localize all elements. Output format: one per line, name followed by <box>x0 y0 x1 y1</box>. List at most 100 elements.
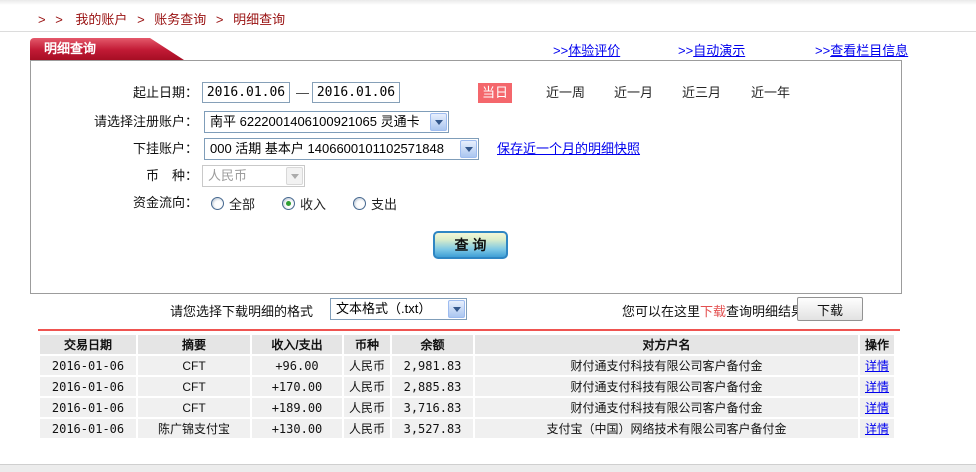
date-to-input[interactable] <box>312 82 400 103</box>
detail-link[interactable]: 详情 <box>865 401 889 415</box>
download-format-select[interactable]: 文本格式（.txt） <box>330 298 467 320</box>
col-summary: 摘要 <box>138 335 250 354</box>
detail-link[interactable]: 详情 <box>865 380 889 394</box>
radio-all[interactable]: 全部 <box>211 194 255 213</box>
download-hint-link[interactable]: 下载 <box>700 304 726 319</box>
date-from-input[interactable] <box>202 82 290 103</box>
col-currency: 币种 <box>344 335 390 354</box>
table-row: 2016-01-06 CFT +170.00 人民币 2,885.83 财付通支… <box>40 377 894 396</box>
breadcrumb-prefix: > > <box>38 12 66 27</box>
radio-expense-label: 支出 <box>371 194 397 213</box>
cell-currency: 人民币 <box>344 419 390 438</box>
quick-range-month[interactable]: 近一月 <box>614 82 653 104</box>
registered-account-label: 请选择注册账户： <box>31 111 198 133</box>
radio-icon[interactable] <box>353 197 366 210</box>
detail-link[interactable]: 详情 <box>865 359 889 373</box>
registered-account-value: 南平 6222001406100921065 灵通卡 <box>210 114 420 129</box>
query-form-panel: 起止日期： — 当日 近一周 近一月 近三月 近一年 请选择注册账户： 南平 6… <box>30 60 902 294</box>
chevron-down-icon[interactable] <box>430 113 447 131</box>
date-dash: — <box>296 82 309 104</box>
cell-balance: 3,716.83 <box>392 398 473 417</box>
table-row: 2016-01-06 CFT +189.00 人民币 3,716.83 财付通支… <box>40 398 894 417</box>
table-header-row: 交易日期 摘要 收入/支出 币种 余额 对方户名 操作 <box>40 335 894 354</box>
radio-icon[interactable] <box>211 197 224 210</box>
table-row: 2016-01-06 陈广锦支付宝 +130.00 人民币 3,527.83 支… <box>40 419 894 438</box>
page-title: 明细查询 <box>44 41 96 56</box>
currency-value: 人民币 <box>208 168 247 183</box>
cell-date: 2016-01-06 <box>40 356 136 375</box>
link-auto-demo[interactable]: >>自动演示 <box>678 40 745 59</box>
breadcrumb: > > 我的账户 > 账务查询 > 明细查询 <box>38 9 285 28</box>
radio-icon[interactable] <box>282 197 295 210</box>
download-hint: 您可以在这里下载查询明细结果 <box>622 301 804 320</box>
link-arrows: >> <box>553 43 568 58</box>
cell-date: 2016-01-06 <box>40 419 136 438</box>
radio-income[interactable]: 收入 <box>282 194 326 213</box>
download-hint-before: 您可以在这里 <box>622 304 700 319</box>
detail-link[interactable]: 详情 <box>865 422 889 436</box>
cell-date: 2016-01-06 <box>40 377 136 396</box>
cell-summary: CFT <box>138 356 250 375</box>
col-date: 交易日期 <box>40 335 136 354</box>
breadcrumb-separator: > <box>216 12 224 27</box>
quick-range-today-badge[interactable]: 当日 <box>478 83 512 103</box>
link-experience-rating[interactable]: >>体验评价 <box>553 40 620 59</box>
currency-select: 人民币 <box>202 165 305 187</box>
sub-account-label: 下挂账户： <box>31 138 198 160</box>
radio-all-label: 全部 <box>229 194 255 213</box>
cell-balance: 3,527.83 <box>392 419 473 438</box>
link-column-info[interactable]: >>查看栏目信息 <box>815 40 908 59</box>
chevron-down-icon[interactable] <box>460 140 477 158</box>
cell-amount: +170.00 <box>252 377 342 396</box>
page: > > 我的账户 > 账务查询 > 明细查询 明细查询 >>体验评价 >>自动演… <box>0 0 976 472</box>
tab-detail-query: 明细查询 <box>30 38 184 60</box>
breadcrumb-separator: > <box>137 12 145 27</box>
quick-range-year[interactable]: 近一年 <box>751 82 790 104</box>
cell-summary: CFT <box>138 398 250 417</box>
cell-currency: 人民币 <box>344 398 390 417</box>
download-hint-after: 查询明细结果 <box>726 304 804 319</box>
cell-summary: CFT <box>138 377 250 396</box>
query-button[interactable]: 查 询 <box>433 231 508 259</box>
bottom-strip <box>0 464 976 472</box>
transaction-table: 交易日期 摘要 收入/支出 币种 余额 对方户名 操作 2016-01-06 C… <box>38 333 896 440</box>
chevron-down-icon[interactable] <box>448 300 465 318</box>
cell-summary: 陈广锦支付宝 <box>138 419 250 438</box>
cell-amount: +189.00 <box>252 398 342 417</box>
currency-label: 币 种： <box>31 165 198 187</box>
cell-counterparty: 支付宝（中国）网络技术有限公司客户备付金 <box>475 419 858 438</box>
breadcrumb-item-detail-query[interactable]: 明细查询 <box>233 12 285 27</box>
cell-counterparty: 财付通支付科技有限公司客户备付金 <box>475 398 858 417</box>
col-balance: 余额 <box>392 335 473 354</box>
radio-income-label: 收入 <box>300 194 326 213</box>
link-arrows: >> <box>678 43 693 58</box>
quick-range-week[interactable]: 近一周 <box>546 82 585 104</box>
link-label: 查看栏目信息 <box>830 43 908 58</box>
download-button[interactable]: 下载 <box>797 297 863 321</box>
cell-balance: 2,981.83 <box>392 356 473 375</box>
top-fade <box>0 0 976 5</box>
cell-date: 2016-01-06 <box>40 398 136 417</box>
cell-currency: 人民币 <box>344 377 390 396</box>
download-format-value: 文本格式（.txt） <box>336 301 431 316</box>
flow-direction-label: 资金流向： <box>31 192 198 214</box>
cell-amount: +130.00 <box>252 419 342 438</box>
link-label: 自动演示 <box>693 43 745 58</box>
col-action: 操作 <box>860 335 894 354</box>
breadcrumb-item-my-account[interactable]: 我的账户 <box>75 12 127 27</box>
quick-range-quarter[interactable]: 近三月 <box>682 82 721 104</box>
registered-account-select[interactable]: 南平 6222001406100921065 灵通卡 <box>204 111 449 133</box>
radio-expense[interactable]: 支出 <box>353 194 397 213</box>
cell-amount: +96.00 <box>252 356 342 375</box>
chevron-down-icon <box>286 167 303 185</box>
save-snapshot-link[interactable]: 保存近一个月的明细快照 <box>497 138 640 160</box>
cell-counterparty: 财付通支付科技有限公司客户备付金 <box>475 377 858 396</box>
cell-counterparty: 财付通支付科技有限公司客户备付金 <box>475 356 858 375</box>
divider <box>0 31 976 32</box>
col-counterparty: 对方户名 <box>475 335 858 354</box>
table-row: 2016-01-06 CFT +96.00 人民币 2,981.83 财付通支付… <box>40 356 894 375</box>
sub-account-select[interactable]: 000 活期 基本户 1406600101102571848 <box>204 138 479 160</box>
breadcrumb-item-account-query[interactable]: 账务查询 <box>154 12 206 27</box>
flow-direction-radios: 全部 收入 支出 <box>211 194 397 213</box>
cell-currency: 人民币 <box>344 356 390 375</box>
